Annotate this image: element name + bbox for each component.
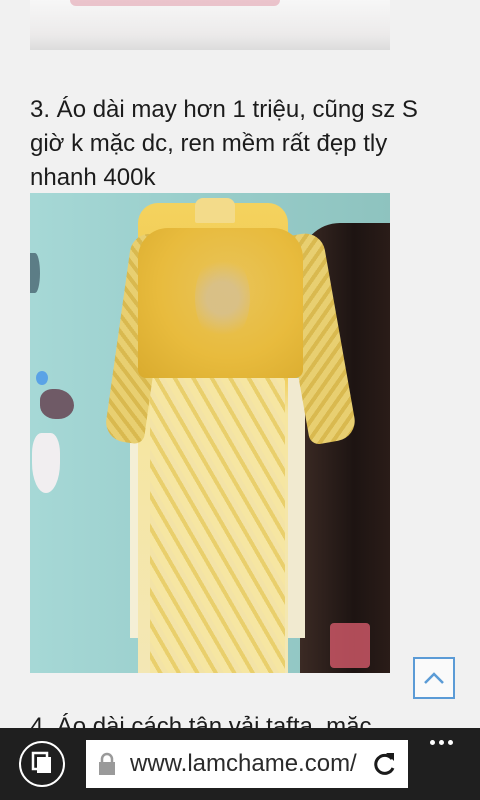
refresh-button[interactable] bbox=[372, 751, 398, 777]
lock-icon bbox=[98, 752, 116, 776]
more-icon bbox=[430, 740, 435, 745]
chevron-up-icon bbox=[424, 672, 444, 684]
tabs-icon bbox=[31, 751, 51, 773]
item-4-text: 4. Áo dài cách tân vải tafta, mặc bbox=[30, 713, 372, 728]
tabs-button[interactable] bbox=[19, 741, 65, 787]
dress-photo bbox=[30, 193, 390, 673]
address-bar[interactable]: www.lamchame.com/ bbox=[86, 740, 408, 788]
url-text: www.lamchame.com/ bbox=[130, 750, 357, 777]
more-button[interactable] bbox=[430, 740, 453, 745]
item-3-text: 3. Áo dài may hơn 1 triệu, cũng sz S giờ… bbox=[30, 96, 418, 191]
top-photo bbox=[30, 0, 390, 50]
back-to-top-button[interactable] bbox=[413, 657, 455, 699]
browser-app-bar: www.lamchame.com/ bbox=[0, 728, 480, 800]
page-content: 3. Áo dài may hơn 1 triệu, cũng sz S giờ… bbox=[0, 0, 480, 728]
refresh-icon bbox=[374, 753, 395, 775]
